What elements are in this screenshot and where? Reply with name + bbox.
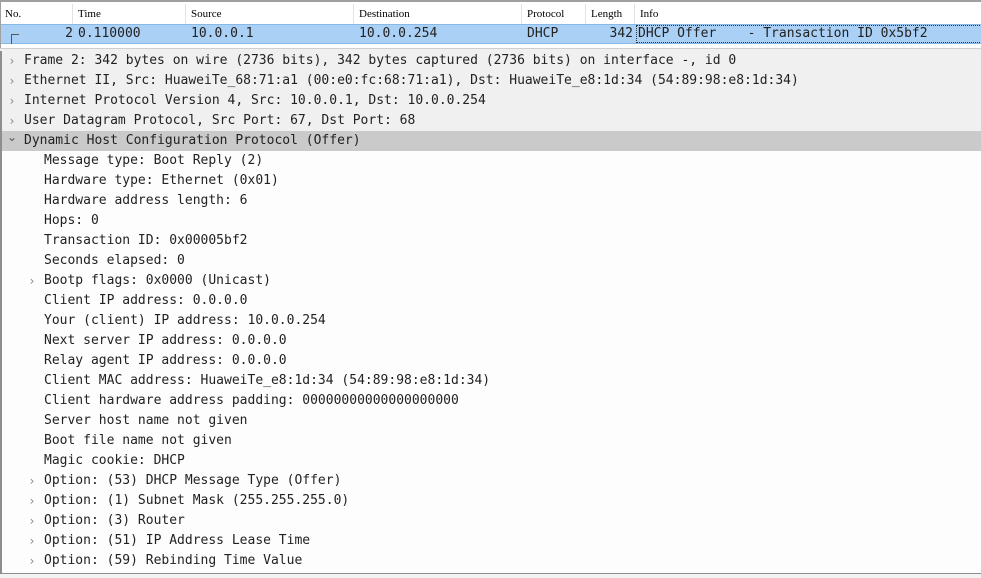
tree-item-label: Client MAC address: HuaweiTe_e8:1d:34 (5… [44, 373, 491, 388]
tree-item-label: Option: (1) Subnet Mask (255.255.255.0) [44, 493, 350, 508]
chevron-right-icon[interactable]: › [26, 511, 38, 531]
tree-item-field[interactable]: Next server IP address: 0.0.0.0 [2, 331, 981, 351]
tree-item-field[interactable]: Hardware address length: 6 [2, 191, 981, 211]
packet-row[interactable]: 2 0.110000 10.0.0.1 10.0.0.254 DHCP 342 … [1, 24, 981, 44]
column-header-length[interactable]: Length [587, 4, 635, 24]
packet-destination: 10.0.0.254 [359, 26, 438, 41]
chevron-right-icon[interactable]: › [6, 71, 18, 91]
tree-item-field[interactable]: Your (client) IP address: 10.0.0.254 [2, 311, 981, 331]
tree-item-field[interactable]: Hops: 0 [2, 211, 981, 231]
tree-item-field[interactable]: Magic cookie: DHCP [2, 451, 981, 471]
tree-item-label: Ethernet II, Src: HuaweiTe_68:71:a1 (00:… [24, 73, 799, 88]
packet-list-header: No. Time Source Destination Protocol Len… [1, 4, 981, 24]
tree-item-protocol[interactable]: › User Datagram Protocol, Src Port: 67, D… [2, 111, 981, 131]
tree-item-label: Dynamic Host Configuration Protocol (Off… [24, 133, 361, 148]
tree-item-field[interactable]: › Option: (51) IP Address Lease Time [2, 531, 981, 551]
tree-item-field[interactable]: Client MAC address: HuaweiTe_e8:1d:34 (5… [2, 371, 981, 391]
tree-item-label: Option: (3) Router [44, 513, 185, 528]
packet-info: DHCP Offer - Transaction ID 0x5bf2 [636, 25, 981, 43]
tree-item-label: Server host name not given [44, 413, 248, 428]
tree-item-field[interactable]: › Option: (53) DHCP Message Type (Offer) [2, 471, 981, 491]
tree-item-label: Client hardware address padding: 0000000… [44, 393, 459, 408]
tree-item-field[interactable]: Relay agent IP address: 0.0.0.0 [2, 351, 981, 371]
chevron-right-icon[interactable]: › [26, 491, 38, 511]
packet-length: 342 [609, 26, 633, 41]
tree-item-field[interactable]: Client IP address: 0.0.0.0 [2, 291, 981, 311]
tree-item-field[interactable]: Seconds elapsed: 0 [2, 251, 981, 271]
column-header-info[interactable]: Info [636, 4, 981, 24]
column-header-protocol[interactable]: Protocol [523, 4, 586, 24]
tree-item-field[interactable]: Server host name not given [2, 411, 981, 431]
chevron-down-icon[interactable]: ⌄ [6, 127, 18, 147]
tree-item-label: Option: (53) DHCP Message Type (Offer) [44, 473, 342, 488]
tree-item-label: Option: (51) IP Address Lease Time [44, 533, 311, 548]
packet-time: 0.110000 [78, 26, 141, 41]
tree-item-protocol[interactable]: ⌄ Dynamic Host Configuration Protocol (Of… [2, 130, 981, 151]
tree-item-field[interactable]: Hardware type: Ethernet (0x01) [2, 171, 981, 191]
tree-item-protocol[interactable]: › Frame 2: 342 bytes on wire (2736 bits),… [2, 51, 981, 71]
tree-item-protocol[interactable]: › Internet Protocol Version 4, Src: 10.0.… [2, 91, 981, 111]
chevron-right-icon[interactable]: › [26, 471, 38, 491]
tree-item-label: Internet Protocol Version 4, Src: 10.0.0… [24, 93, 486, 108]
chevron-right-icon[interactable]: › [6, 91, 18, 111]
tree-item-label: Client IP address: 0.0.0.0 [44, 293, 248, 308]
tree-connector-icon [11, 34, 19, 44]
tree-item-field[interactable]: Boot file name not given [2, 431, 981, 451]
tree-item-label: Magic cookie: DHCP [44, 453, 185, 468]
packet-source: 10.0.0.1 [191, 26, 254, 41]
chevron-right-icon[interactable]: › [6, 51, 18, 71]
tree-item-label: Hops: 0 [44, 213, 99, 228]
tree-item-label: Next server IP address: 0.0.0.0 [44, 333, 287, 348]
packet-protocol: DHCP [527, 26, 559, 41]
column-header-no[interactable]: No. [1, 4, 73, 24]
tree-item-field[interactable]: Transaction ID: 0x00005bf2 [2, 231, 981, 251]
chevron-right-icon[interactable]: › [26, 531, 38, 551]
tree-item-label: Message type: Boot Reply (2) [44, 153, 264, 168]
tree-item-label: Frame 2: 342 bytes on wire (2736 bits), … [24, 53, 737, 68]
tree-item-label: Option: (59) Rebinding Time Value [44, 553, 303, 568]
tree-item-label: Seconds elapsed: 0 [44, 253, 185, 268]
tree-item-field[interactable]: › Bootp flags: 0x0000 (Unicast) [2, 271, 981, 291]
pane-bottom-border [0, 573, 981, 578]
tree-item-label: Boot file name not given [44, 433, 232, 448]
packet-list[interactable]: No. Time Source Destination Protocol Len… [0, 0, 981, 48]
chevron-right-icon[interactable]: › [26, 271, 38, 291]
tree-item-label: Your (client) IP address: 10.0.0.254 [44, 313, 326, 328]
tree-item-field[interactable]: › Option: (1) Subnet Mask (255.255.255.0) [2, 491, 981, 511]
column-header-destination[interactable]: Destination [355, 4, 522, 24]
tree-item-field[interactable]: Message type: Boot Reply (2) [2, 151, 981, 171]
packet-details-tree[interactable]: › Frame 2: 342 bytes on wire (2736 bits),… [0, 51, 981, 573]
tree-item-label: Transaction ID: 0x00005bf2 [44, 233, 248, 248]
chevron-right-icon[interactable]: › [26, 551, 38, 571]
tree-item-field[interactable]: › Option: (59) Rebinding Time Value [2, 551, 981, 571]
packet-no: 2 [65, 26, 73, 41]
tree-item-protocol[interactable]: › Ethernet II, Src: HuaweiTe_68:71:a1 (00… [2, 71, 981, 91]
tree-item-label: Hardware address length: 6 [44, 193, 248, 208]
tree-item-label: User Datagram Protocol, Src Port: 67, Ds… [24, 113, 416, 128]
column-header-source[interactable]: Source [187, 4, 354, 24]
tree-item-label: Hardware type: Ethernet (0x01) [44, 173, 279, 188]
tree-item-field[interactable]: Client hardware address padding: 0000000… [2, 391, 981, 411]
tree-item-label: Relay agent IP address: 0.0.0.0 [44, 353, 287, 368]
tree-item-label: Bootp flags: 0x0000 (Unicast) [44, 273, 271, 288]
tree-item-field[interactable]: › Option: (3) Router [2, 511, 981, 531]
column-header-time[interactable]: Time [74, 4, 186, 24]
